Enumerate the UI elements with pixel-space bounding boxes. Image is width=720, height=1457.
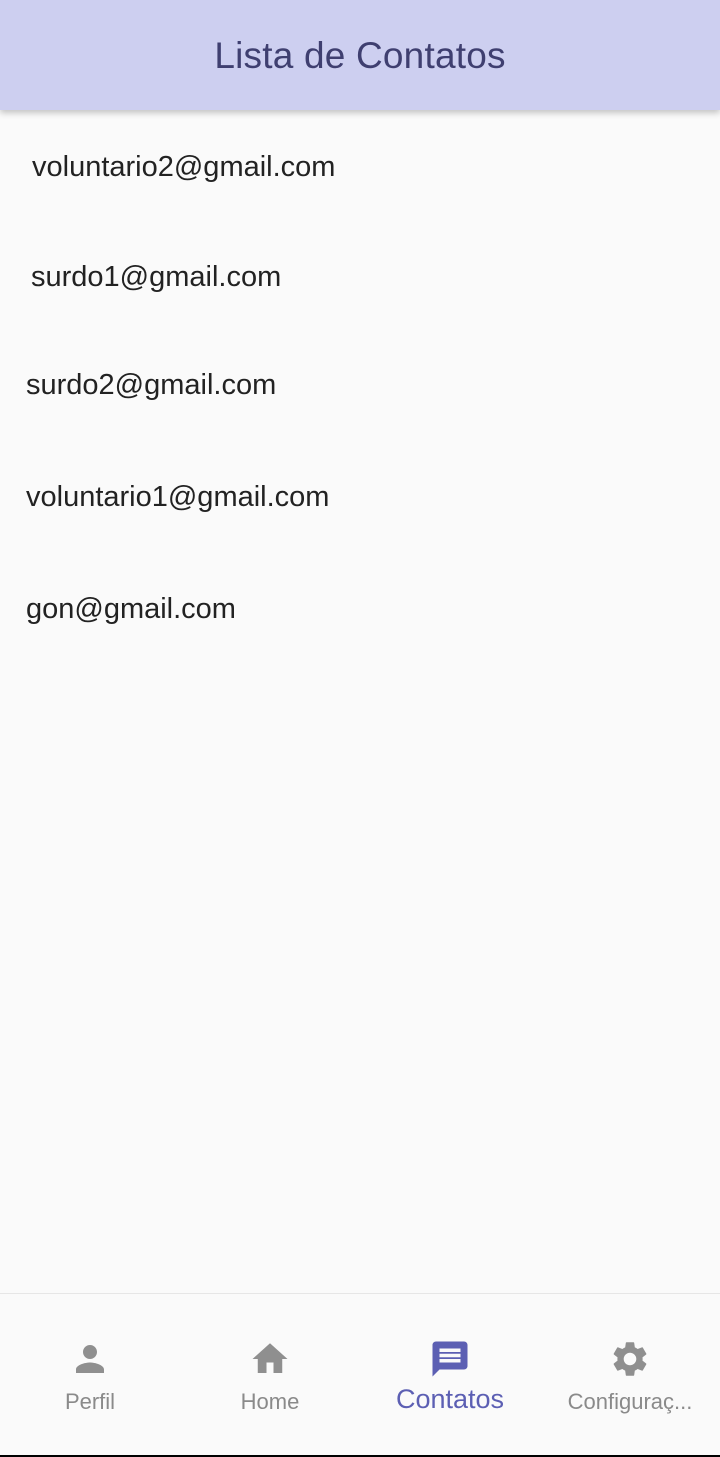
contact-item[interactable]: surdo2@gmail.com [26,367,276,403]
contact-item[interactable]: surdo1@gmail.com [31,259,281,295]
app-bar: Lista de Contatos [0,0,720,110]
bottom-navigation-bar: Perfil Home Contatos Configuraç... [0,1293,720,1455]
nav-item-contatos[interactable]: Contatos [360,1294,540,1455]
home-icon [249,1338,291,1380]
chat-icon [429,1338,471,1380]
nav-label-perfil: Perfil [64,1389,116,1414]
contact-item[interactable]: voluntario2@gmail.com [32,149,335,185]
nav-label-contatos: Contatos [395,1384,505,1414]
person-icon [69,1338,111,1380]
contact-item[interactable]: gon@gmail.com [26,591,236,627]
contact-item[interactable]: voluntario1@gmail.com [26,479,329,515]
nav-item-home[interactable]: Home [180,1294,360,1455]
contacts-screen: Lista de Contatos voluntario2@gmail.com … [0,0,720,1455]
gear-icon [609,1338,651,1380]
nav-item-configuracoes[interactable]: Configuraç... [540,1294,720,1455]
page-title: Lista de Contatos [214,35,506,76]
nav-label-home: Home [240,1389,300,1414]
nav-label-configuracoes: Configuraç... [567,1389,693,1414]
nav-item-perfil[interactable]: Perfil [0,1294,180,1455]
